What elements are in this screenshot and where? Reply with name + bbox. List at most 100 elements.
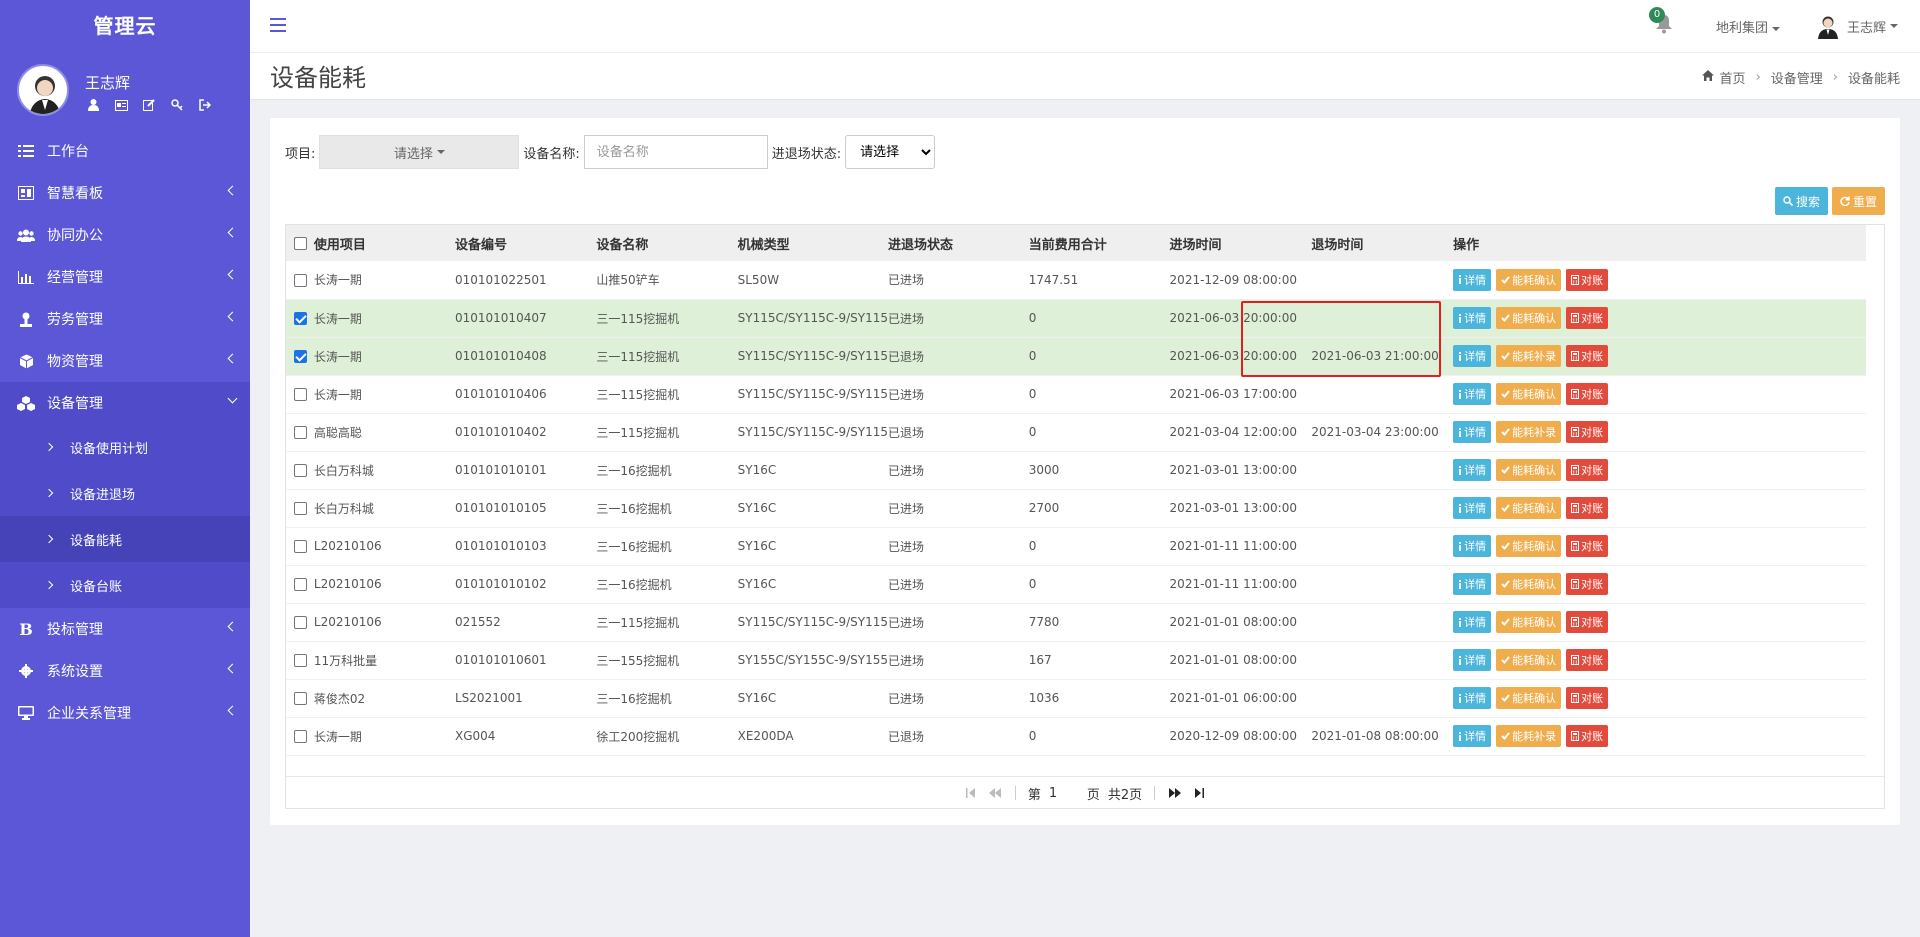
sidebar-item-workbench[interactable]: 工作台 — [0, 130, 250, 172]
reconcile-button[interactable]: 对账 — [1566, 725, 1609, 747]
reconcile-button[interactable]: 对账 — [1566, 459, 1609, 481]
sidebar-subitem-device-ledger[interactable]: 设备台账 — [0, 562, 250, 608]
reconcile-button[interactable]: 对账 — [1566, 649, 1609, 671]
row-checkbox[interactable] — [294, 464, 307, 477]
sidebar-item-device[interactable]: 设备管理 — [0, 382, 250, 424]
table-row[interactable]: L20210106 021552 三一115挖掘机 SY115C/SY115C-9/S… — [286, 603, 1866, 641]
table-row[interactable]: 长涛一期 010101010407 三一115挖掘机 SY115C/SY115C-9/… — [286, 299, 1866, 337]
reconcile-button[interactable]: 对账 — [1566, 497, 1609, 519]
col-status[interactable]: 进退场状态 — [888, 225, 1029, 261]
detail-button[interactable]: 详情 — [1453, 611, 1492, 633]
detail-button[interactable]: 详情 — [1453, 535, 1492, 557]
detail-button[interactable]: 详情 — [1453, 649, 1492, 671]
energy-confirm-button[interactable]: 能耗确认 — [1496, 268, 1562, 291]
select-all-checkbox[interactable] — [294, 236, 307, 250]
energy-supplement-button[interactable]: 能耗补录 — [1496, 345, 1562, 367]
col-project[interactable]: 使用项目 — [314, 225, 455, 261]
col-out-time[interactable]: 退场时间 — [1311, 225, 1453, 261]
detail-button[interactable]: 详情 — [1453, 268, 1492, 291]
org-dropdown[interactable]: 地利集团 — [1716, 17, 1781, 36]
row-checkbox[interactable] — [294, 654, 307, 667]
sidebar-item-materials[interactable]: 物资管理 — [0, 340, 250, 382]
col-cost[interactable]: 当前费用合计 — [1029, 225, 1170, 261]
sidebar-item-dashboard[interactable]: 智慧看板 — [0, 172, 250, 214]
table-row[interactable]: 长白万科城 010101010101 三一16挖掘机 SY16C 已进场 3000 2021… — [286, 451, 1866, 489]
row-checkbox[interactable] — [294, 426, 307, 439]
reconcile-button[interactable]: 对账 — [1566, 268, 1609, 291]
reconcile-button[interactable]: 对账 — [1566, 573, 1609, 595]
table-row[interactable]: 蒋俊杰02 LS2021001 三一16挖掘机 SY16C 已进场 1036 2021-01… — [286, 679, 1866, 717]
row-checkbox[interactable] — [294, 350, 307, 363]
detail-button[interactable]: 详情 — [1453, 307, 1492, 329]
sidebar-item-enterprise[interactable]: 企业关系管理 — [0, 692, 250, 734]
row-checkbox[interactable] — [294, 730, 307, 743]
sidebar-item-labor[interactable]: 劳务管理 — [0, 298, 250, 340]
table-row[interactable]: 长白万科城 010101010105 三一16挖掘机 SY16C 已进场 2700 2021… — [286, 489, 1866, 527]
next-page-icon[interactable] — [1167, 786, 1183, 800]
energy-confirm-button[interactable]: 能耗确认 — [1496, 497, 1562, 519]
notification-bell-icon[interactable]: 0 — [1649, 7, 1675, 36]
table-row[interactable]: 高聪高聪 010101010402 三一115挖掘机 SY115C/SY115C-9/… — [286, 413, 1866, 451]
sidebar-subitem-device-energy[interactable]: 设备能耗 — [0, 516, 250, 562]
prev-page-icon[interactable] — [987, 786, 1003, 800]
table-row[interactable]: L20210106 010101010103 三一16挖掘机 SY16C 已进场 0 202… — [286, 527, 1866, 565]
col-in-time[interactable]: 进场时间 — [1170, 225, 1312, 261]
table-row[interactable]: 11万科批量 010101010601 三一155挖掘机 SY155C/SY155C-… — [286, 641, 1866, 679]
reconcile-button[interactable]: 对账 — [1566, 611, 1609, 633]
energy-supplement-button[interactable]: 能耗补录 — [1496, 725, 1562, 747]
reconcile-button[interactable]: 对账 — [1566, 687, 1609, 709]
detail-button[interactable]: 详情 — [1453, 725, 1492, 747]
row-checkbox[interactable] — [294, 388, 307, 401]
energy-supplement-button[interactable]: 能耗补录 — [1496, 421, 1562, 443]
reconcile-button[interactable]: 对账 — [1566, 345, 1609, 367]
col-name[interactable]: 设备名称 — [596, 225, 737, 261]
detail-button[interactable]: 详情 — [1453, 421, 1492, 443]
logout-icon[interactable] — [198, 98, 212, 112]
energy-confirm-button[interactable]: 能耗确认 — [1496, 649, 1562, 671]
device-name-input[interactable] — [583, 135, 768, 169]
last-page-icon[interactable] — [1191, 786, 1207, 800]
row-checkbox[interactable] — [294, 502, 307, 515]
reconcile-button[interactable]: 对账 — [1566, 307, 1609, 329]
reconcile-button[interactable]: 对账 — [1566, 421, 1609, 443]
sidebar-item-bidding[interactable]: B 投标管理 — [0, 608, 250, 650]
sidebar-subitem-device-plan[interactable]: 设备使用计划 — [0, 424, 250, 470]
user-dropdown[interactable]: 王志辉 — [1815, 13, 1899, 39]
id-card-icon[interactable] — [114, 98, 128, 112]
row-checkbox[interactable] — [294, 578, 307, 591]
energy-confirm-button[interactable]: 能耗确认 — [1496, 383, 1562, 405]
detail-button[interactable]: 详情 — [1453, 383, 1492, 405]
table-row[interactable]: L20210106 010101010102 三一16挖掘机 SY16C 已进场 0 202… — [286, 565, 1866, 603]
col-code[interactable]: 设备编号 — [455, 225, 596, 261]
row-checkbox[interactable] — [294, 312, 307, 325]
energy-confirm-button[interactable]: 能耗确认 — [1496, 535, 1562, 557]
table-row[interactable]: 长涛一期 010101010406 三一115挖掘机 SY115C/SY115C-9/… — [286, 375, 1866, 413]
row-checkbox[interactable] — [294, 616, 307, 629]
detail-button[interactable]: 详情 — [1453, 573, 1492, 595]
search-button[interactable]: 搜索 — [1774, 187, 1828, 215]
energy-confirm-button[interactable]: 能耗确认 — [1496, 611, 1562, 633]
detail-button[interactable]: 详情 — [1453, 497, 1492, 519]
user-icon[interactable] — [86, 98, 100, 112]
breadcrumb-home[interactable]: 首页 — [1720, 68, 1746, 87]
detail-button[interactable]: 详情 — [1453, 459, 1492, 481]
sidebar-item-settings[interactable]: 系统设置 — [0, 650, 250, 692]
col-type[interactable]: 机械类型 — [738, 225, 888, 261]
sidebar-item-operations[interactable]: 经营管理 — [0, 256, 250, 298]
first-page-icon[interactable] — [963, 786, 979, 800]
row-checkbox[interactable] — [294, 692, 307, 705]
project-select[interactable]: 请选择 — [319, 135, 520, 169]
table-row[interactable]: 长涛一期 010101010408 三一115挖掘机 SY115C/SY115C-9/… — [286, 337, 1866, 375]
menu-toggle-icon[interactable] — [270, 18, 286, 32]
row-checkbox[interactable] — [294, 540, 307, 553]
reset-button[interactable]: 重置 — [1831, 187, 1885, 215]
reconcile-button[interactable]: 对账 — [1566, 535, 1609, 557]
energy-confirm-button[interactable]: 能耗确认 — [1496, 573, 1562, 595]
breadcrumb-device[interactable]: 设备管理 — [1771, 68, 1823, 87]
row-checkbox[interactable] — [294, 273, 307, 287]
sidebar-subitem-device-entry-exit[interactable]: 设备进退场 — [0, 470, 250, 516]
key-icon[interactable] — [170, 98, 184, 112]
status-select[interactable]: 请选择 — [845, 135, 936, 169]
page-number[interactable]: 1 — [1049, 786, 1079, 801]
energy-confirm-button[interactable]: 能耗确认 — [1496, 459, 1562, 481]
